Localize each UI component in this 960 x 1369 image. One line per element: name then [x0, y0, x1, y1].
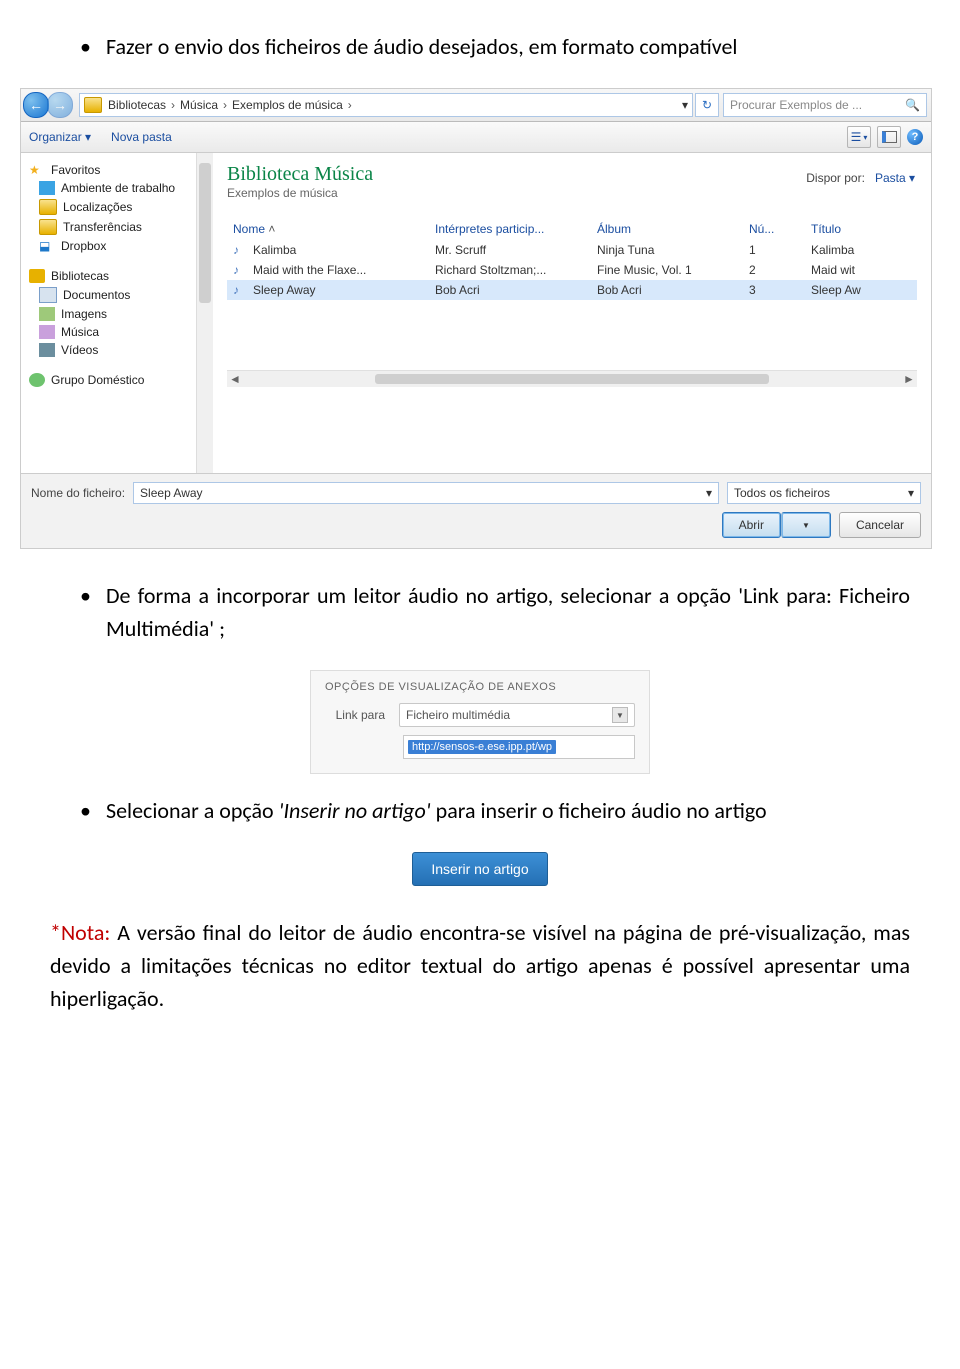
dropdown-caret[interactable]: ▾	[706, 486, 712, 500]
sidebar-libraries-header[interactable]: Bibliotecas	[27, 267, 207, 285]
view-mode-button[interactable]: ☰▾	[847, 126, 871, 148]
table-row[interactable]: Maid with the Flaxe... Richard Stoltzman…	[227, 260, 917, 280]
documents-icon	[39, 287, 57, 303]
preview-pane-button[interactable]	[877, 126, 901, 148]
nav-forward-button[interactable]: →	[47, 92, 73, 118]
url-input[interactable]: http://sensos-e.ese.ipp.pt/wp	[403, 735, 635, 759]
bullet-dot: •	[80, 794, 91, 827]
library-subtitle: Exemplos de música	[227, 186, 917, 200]
bullet-dot: •	[80, 30, 91, 63]
open-button[interactable]: Abrir ▼	[722, 512, 831, 538]
bullet-dot: •	[80, 579, 91, 645]
col-name[interactable]: Nome	[227, 218, 429, 240]
note-body: A versão final do leitor de áudio encont…	[50, 919, 910, 1012]
folder-icon	[84, 97, 102, 113]
scroll-left-arrow[interactable]: ◄	[227, 372, 243, 386]
col-title[interactable]: Título	[805, 218, 917, 240]
arrange-by: Dispor por: Pasta ▾	[806, 171, 915, 185]
desktop-icon	[39, 181, 55, 195]
cancel-button[interactable]: Cancelar	[839, 512, 921, 538]
dialog-bottom-bar: Nome do ficheiro: Sleep Away ▾ Todos os …	[21, 473, 931, 548]
file-explorer-dialog: ← → Bibliotecas Música Exemplos de músic…	[20, 88, 932, 549]
sidebar-item-locations[interactable]: Localizações	[27, 197, 207, 217]
nav-buttons: ← →	[25, 92, 73, 118]
dropdown-caret: ▼	[612, 707, 628, 723]
dropbox-icon: ⬓	[39, 239, 55, 253]
attachment-options-panel: OPÇÕES DE VISUALIZAÇÃO DE ANEXOS Link pa…	[310, 670, 650, 774]
sidebar-item-dropbox[interactable]: ⬓Dropbox	[27, 237, 207, 255]
filename-input[interactable]: Sleep Away ▾	[133, 482, 719, 504]
note-label: *Nota:	[50, 919, 110, 946]
crumb[interactable]: Bibliotecas	[108, 98, 180, 112]
sidebar-item-desktop[interactable]: Ambiente de trabalho	[27, 179, 207, 197]
refresh-button[interactable]: ↻	[695, 93, 719, 117]
sidebar-item-videos[interactable]: Vídeos	[27, 341, 207, 359]
pane-icon	[882, 131, 897, 143]
sidebar-item-documents[interactable]: Documentos	[27, 285, 207, 305]
file-list-pane: Biblioteca Música Exemplos de música Dis…	[213, 153, 931, 473]
sidebar-favorites-header[interactable]: ★Favoritos	[27, 161, 207, 179]
sidebar-item-downloads[interactable]: Transferências	[27, 217, 207, 237]
filename-label: Nome do ficheiro:	[31, 486, 125, 500]
help-button[interactable]: ?	[907, 129, 923, 145]
col-num[interactable]: Nú...	[743, 218, 805, 240]
video-icon	[39, 343, 55, 357]
breadcrumb-path[interactable]: Bibliotecas Música Exemplos de música ▾	[79, 93, 693, 117]
bullet-text-2: De forma a incorporar um leitor áudio no…	[106, 579, 910, 645]
nav-back-button[interactable]: ←	[23, 92, 49, 118]
scrollbar-thumb[interactable]	[199, 163, 211, 303]
organize-menu[interactable]: Organizar ▾	[29, 130, 91, 144]
bullet-text-3: Selecionar a opção 'Inserir no artigo' p…	[106, 794, 910, 827]
horizontal-scrollbar[interactable]: ◄ ►	[227, 370, 917, 387]
col-album[interactable]: Álbum	[591, 218, 743, 240]
address-bar: ← → Bibliotecas Música Exemplos de músic…	[21, 89, 931, 122]
scrollbar-thumb[interactable]	[375, 374, 770, 384]
folder-icon	[39, 219, 57, 235]
col-artist[interactable]: Intérpretes particip...	[429, 218, 591, 240]
bullet-text-1: Fazer o envio dos ficheiros de áudio des…	[106, 30, 910, 63]
open-dropdown-caret[interactable]: ▼	[781, 512, 831, 538]
music-icon	[39, 325, 55, 339]
search-placeholder: Procurar Exemplos de ...	[730, 98, 862, 112]
note-paragraph: *Nota: A versão final do leitor de áudio…	[50, 916, 910, 1015]
bullet-item: • De forma a incorporar um leitor áudio …	[80, 579, 910, 645]
bullet-item: • Selecionar a opção 'Inserir no artigo'…	[80, 794, 910, 827]
images-icon	[39, 307, 55, 321]
dropdown-caret: ▾	[908, 486, 914, 500]
file-table: Nome Intérpretes particip... Álbum Nú...…	[227, 218, 917, 300]
search-input[interactable]: Procurar Exemplos de ... 🔍	[723, 93, 927, 117]
search-icon: 🔍	[905, 98, 920, 112]
sidebar-homegroup[interactable]: Grupo Doméstico	[27, 371, 207, 389]
insert-in-article-button[interactable]: Inserir no artigo	[412, 852, 547, 886]
file-type-filter[interactable]: Todos os ficheiros ▾	[727, 482, 921, 504]
new-folder-button[interactable]: Nova pasta	[111, 130, 172, 144]
table-header-row: Nome Intérpretes particip... Álbum Nú...…	[227, 218, 917, 240]
arrange-by-dropdown[interactable]: Pasta ▾	[875, 171, 915, 185]
crumb[interactable]: Exemplos de música	[232, 98, 357, 112]
toolbar: Organizar ▾ Nova pasta ☰▾ ?	[21, 122, 931, 153]
sidebar: ★Favoritos Ambiente de trabalho Localiza…	[21, 153, 213, 473]
library-icon	[29, 269, 45, 283]
folder-icon	[39, 199, 57, 215]
table-row[interactable]: Kalimba Mr. Scruff Ninja Tuna 1 Kalimba	[227, 240, 917, 260]
homegroup-icon	[29, 373, 45, 387]
crumb[interactable]: Música	[180, 98, 232, 112]
list-view-icon: ☰	[851, 130, 862, 144]
dropdown-caret[interactable]: ▾	[682, 98, 688, 112]
bullet-item: • Fazer o envio dos ficheiros de áudio d…	[80, 30, 910, 63]
sidebar-item-music[interactable]: Música	[27, 323, 207, 341]
options-panel-header: OPÇÕES DE VISUALIZAÇÃO DE ANEXOS	[325, 681, 635, 693]
star-icon: ★	[29, 163, 45, 177]
link-to-label: Link para	[325, 708, 385, 722]
link-to-select[interactable]: Ficheiro multimédia ▼	[399, 703, 635, 727]
scroll-right-arrow[interactable]: ►	[901, 372, 917, 386]
sidebar-item-images[interactable]: Imagens	[27, 305, 207, 323]
sidebar-scrollbar[interactable]	[196, 153, 213, 473]
url-selected-text: http://sensos-e.ese.ipp.pt/wp	[408, 740, 556, 754]
table-row-selected[interactable]: Sleep Away Bob Acri Bob Acri 3 Sleep Aw	[227, 280, 917, 300]
